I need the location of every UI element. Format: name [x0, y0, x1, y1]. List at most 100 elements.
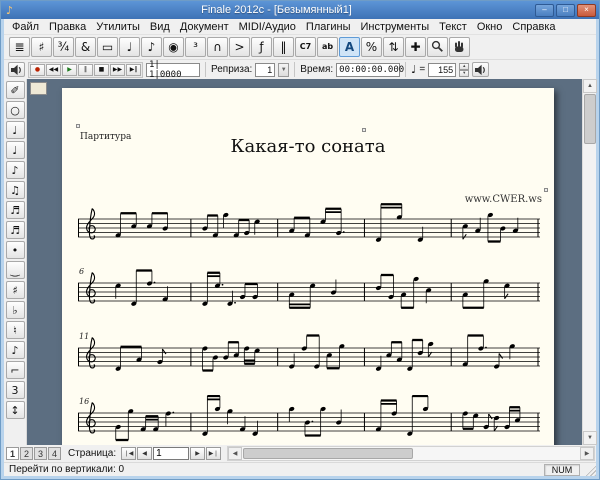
expression-button[interactable]: ƒ — [251, 37, 272, 57]
pause-button[interactable]: ‖ — [78, 64, 93, 76]
page-tab-3[interactable]: 3 — [34, 447, 47, 460]
reprise-value[interactable]: 1 — [255, 63, 275, 77]
document-view[interactable]: Партитура Какая-то соната www.CWER.ws 61… — [27, 79, 582, 445]
half-note-button[interactable]: ♩ — [6, 121, 25, 139]
last-page-button[interactable]: ▶❘ — [206, 447, 221, 460]
menu-item-5[interactable]: Документ — [175, 21, 234, 33]
maximize-button[interactable]: □ — [556, 4, 575, 17]
time-signature-button[interactable]: ¾ — [53, 37, 74, 57]
next-page-button[interactable]: ▶ — [190, 447, 205, 460]
scroll-up-icon[interactable]: ▲ — [583, 79, 597, 93]
rewind-button[interactable]: ◀◀ — [46, 64, 61, 76]
prev-page-button[interactable]: ◀ — [137, 447, 152, 460]
speedy-entry-button[interactable]: ♪ — [141, 37, 162, 57]
minimize-button[interactable]: – — [535, 4, 554, 17]
speaker-button[interactable] — [472, 62, 489, 77]
key-signature-button[interactable]: ♯ — [31, 37, 52, 57]
music-system-4[interactable]: 16 — [78, 395, 540, 445]
menu-item-1[interactable]: Файл — [7, 21, 44, 33]
score-page[interactable]: Партитура Какая-то соната www.CWER.ws 61… — [62, 88, 554, 445]
music-system-2[interactable]: 6 — [78, 265, 540, 325]
natural-button[interactable]: ♮ — [6, 321, 25, 339]
thirtysecond-note-button[interactable]: ♬ — [6, 201, 25, 219]
layout-handle[interactable] — [30, 82, 47, 95]
reprise-dropdown-arrow[interactable]: ▼ — [278, 63, 289, 77]
expand-button[interactable]: ↕ — [6, 401, 25, 419]
scroll-right-icon[interactable]: ▶ — [580, 447, 594, 460]
selection-handle[interactable] — [544, 188, 548, 192]
sharp-button[interactable]: ♯ — [6, 281, 25, 299]
forward-button[interactable]: ▶▶ — [110, 64, 125, 76]
record-button[interactable]: ● — [30, 64, 45, 76]
music-system-3[interactable]: 11 — [78, 330, 540, 390]
menu-item-7[interactable]: Плагины — [301, 21, 356, 33]
sharp-button-glyph: ♯ — [12, 285, 17, 296]
menu-item-10[interactable]: Окно — [472, 21, 508, 33]
page-number-input[interactable] — [153, 447, 189, 460]
resize-button[interactable]: % — [361, 37, 382, 57]
menu-item-6[interactable]: MIDI/Аудио — [234, 21, 301, 33]
measure-button[interactable]: ▭ — [97, 37, 118, 57]
vertical-scrollbar[interactable]: ▲ ▼ — [582, 79, 596, 445]
tie-button[interactable]: ‿ — [6, 261, 25, 279]
menu-item-4[interactable]: Вид — [145, 21, 175, 33]
playback-settings-button[interactable] — [8, 62, 25, 77]
sixtyfourth-note-button[interactable]: ♬ — [6, 221, 25, 239]
next-button[interactable]: ▶‖ — [126, 64, 141, 76]
scroll-down-icon[interactable]: ▼ — [583, 431, 597, 445]
articulation-button[interactable]: > — [229, 37, 250, 57]
eighth-note-button[interactable]: ♪ — [6, 161, 25, 179]
lyrics-button[interactable]: ab — [317, 37, 338, 57]
score-title[interactable]: Какая-то соната — [62, 136, 554, 157]
tuplet-entry-button[interactable]: 3 — [6, 381, 25, 399]
page-layout-button[interactable]: ⇅ — [383, 37, 404, 57]
horizontal-scroll-thumb[interactable] — [243, 448, 413, 459]
tempo-spinner[interactable]: ▲▼ — [459, 63, 469, 77]
menu-item-8[interactable]: Инструменты — [356, 21, 435, 33]
playback-counter[interactable]: 1| 1|0000 — [146, 63, 200, 77]
smart-shape-button[interactable]: ∩ — [207, 37, 228, 57]
staff-tool-button-glyph: ≣ — [14, 41, 24, 53]
music-system-1[interactable] — [78, 201, 540, 261]
tempo-note-icon[interactable]: ♩ — [411, 64, 416, 75]
tempo-value[interactable]: 155 — [428, 63, 456, 77]
vertical-scroll-thumb[interactable] — [584, 94, 596, 144]
chord-button[interactable]: C7 — [295, 37, 316, 57]
resize-grip[interactable] — [583, 463, 596, 476]
mass-edit-button[interactable]: ✚ — [405, 37, 426, 57]
page-tab-4[interactable]: 4 — [48, 447, 61, 460]
spin-up-icon[interactable]: ▲ — [459, 63, 469, 70]
hyperscribe-button[interactable]: ◉ — [163, 37, 184, 57]
staff-tool-button[interactable]: ≣ — [9, 37, 30, 57]
eraser-tool-button[interactable]: ✐ — [6, 81, 25, 99]
first-page-button[interactable]: ❘◀ — [121, 447, 136, 460]
page-tab-2[interactable]: 2 — [20, 447, 33, 460]
spin-down-icon[interactable]: ▼ — [459, 70, 469, 77]
hand-grabber-button[interactable] — [449, 37, 470, 57]
rest-button[interactable]: ⌐ — [6, 361, 25, 379]
text-button[interactable]: A — [339, 37, 360, 57]
menu-item-9[interactable]: Текст — [434, 21, 472, 33]
menu-item-11[interactable]: Справка — [507, 21, 560, 33]
repeat-button[interactable]: ‖ — [273, 37, 294, 57]
selection-handle[interactable] — [76, 124, 80, 128]
horizontal-scrollbar[interactable]: ◀ ▶ — [227, 446, 595, 461]
zoom-button[interactable] — [427, 37, 448, 57]
tuplet-button[interactable]: ³ — [185, 37, 206, 57]
menu-item-3[interactable]: Утилиты — [91, 21, 145, 33]
stop-button[interactable]: ■ — [94, 64, 109, 76]
flat-button[interactable]: ♭ — [6, 301, 25, 319]
clef-button[interactable]: & — [75, 37, 96, 57]
whole-note-button[interactable]: ○ — [6, 101, 25, 119]
close-button[interactable]: × — [577, 4, 596, 17]
quarter-note-button[interactable]: ♩ — [6, 141, 25, 159]
selection-handle[interactable] — [362, 128, 366, 132]
grace-note-button[interactable]: ♪ — [6, 341, 25, 359]
play-button[interactable]: ▶ — [62, 64, 77, 76]
page-tab-1[interactable]: 1 — [6, 447, 19, 460]
menu-item-2[interactable]: Правка — [44, 21, 91, 33]
sixteenth-note-button[interactable]: ♫ — [6, 181, 25, 199]
scroll-left-icon[interactable]: ◀ — [228, 447, 242, 460]
augmentation-dot-button[interactable]: • — [6, 241, 25, 259]
simple-entry-button[interactable]: ♩ — [119, 37, 140, 57]
